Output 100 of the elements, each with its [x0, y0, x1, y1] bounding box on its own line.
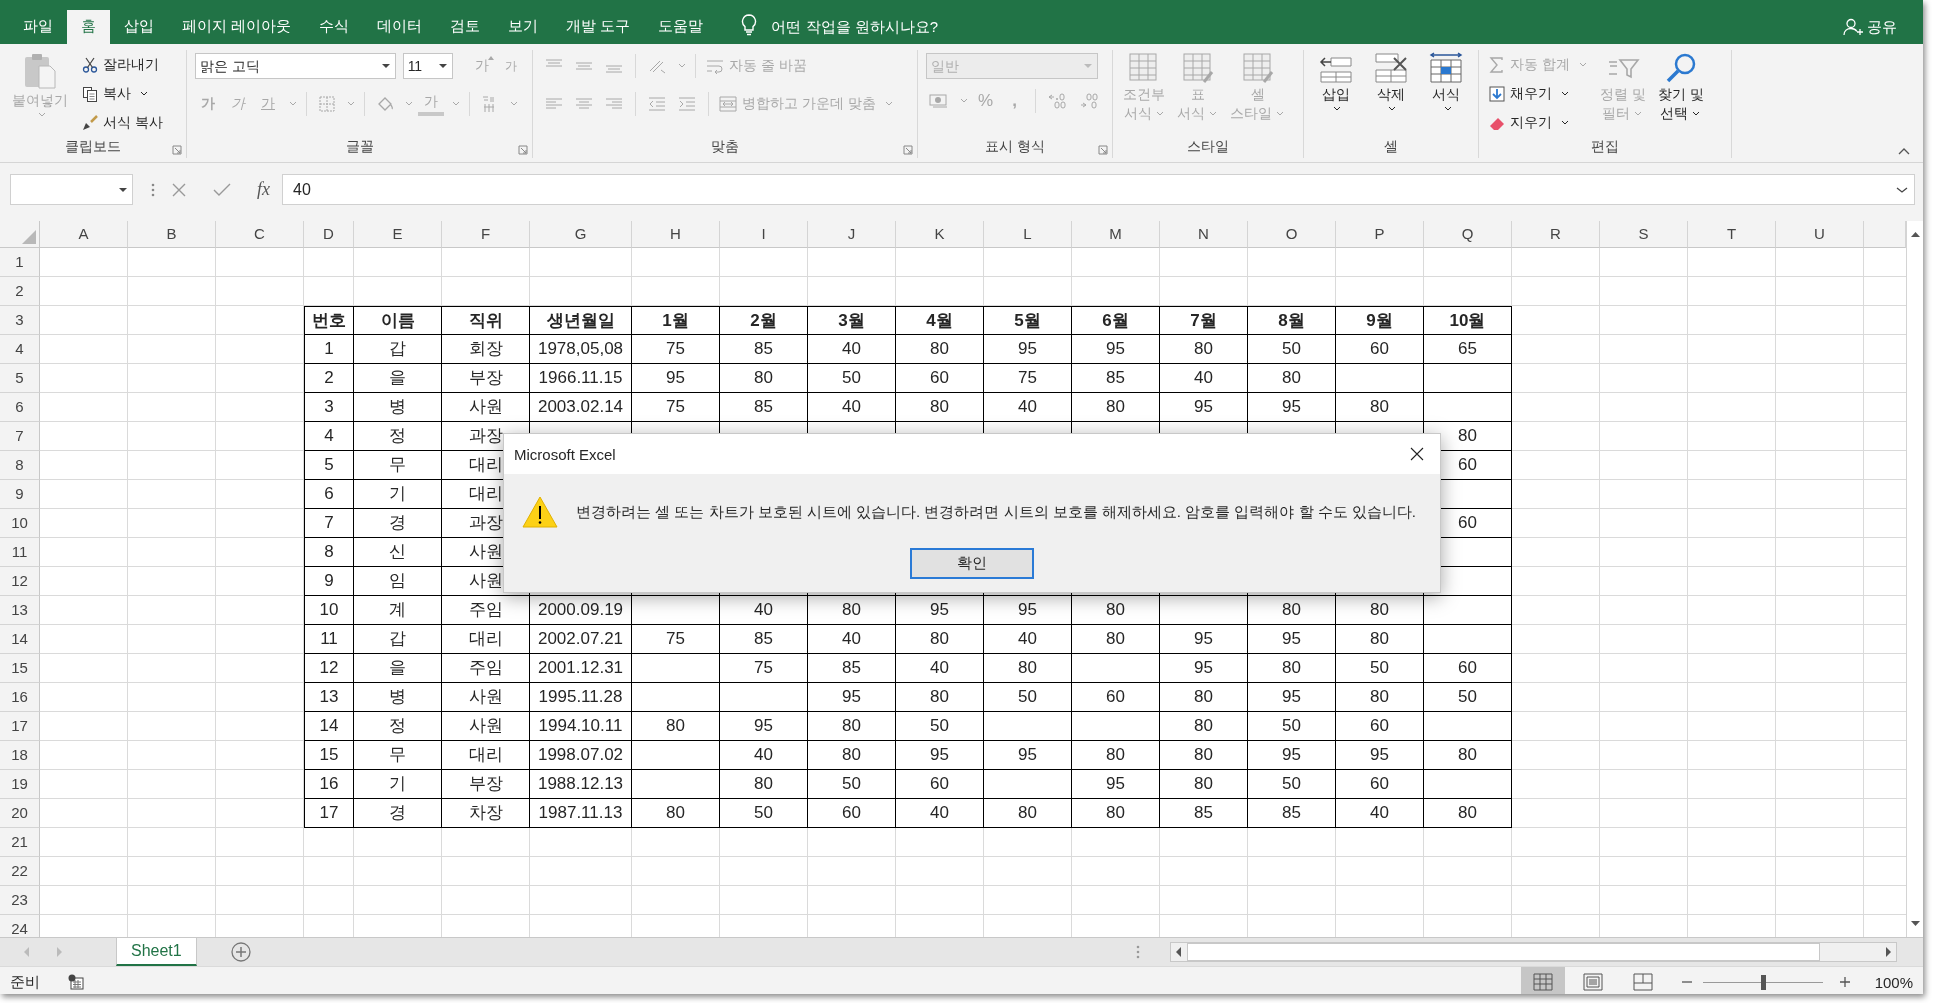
fill-button[interactable]: 채우기 [1487, 81, 1590, 106]
row-header[interactable]: 19 [0, 770, 40, 799]
ribbon-tab[interactable]: 도움말 [644, 10, 718, 44]
dialog-launcher-icon[interactable] [903, 145, 913, 155]
orientation-icon[interactable] [647, 58, 667, 74]
sheet-tab[interactable]: Sheet1 [116, 938, 197, 966]
delete-cells-button[interactable]: 삭제 [1367, 50, 1415, 136]
caret-icon[interactable] [959, 97, 969, 105]
horizontal-scrollbar[interactable] [1170, 942, 1897, 962]
decrease-indent-icon[interactable] [647, 96, 667, 112]
row-header[interactable]: 13 [0, 596, 40, 625]
find-select-button[interactable]: 찾기 및 선택 [1655, 50, 1706, 136]
share-button[interactable]: 공유 [1867, 10, 1897, 44]
copy-button[interactable]: 복사 [80, 81, 165, 106]
row-header[interactable]: 17 [0, 712, 40, 741]
ribbon-tab[interactable]: 검토 [436, 10, 495, 44]
fill-bucket-icon[interactable] [376, 95, 394, 113]
row-header[interactable]: 8 [0, 451, 40, 480]
align-left-icon[interactable] [544, 96, 564, 112]
align-right-icon[interactable] [604, 96, 624, 112]
ribbon-tab[interactable]: 수식 [305, 10, 364, 44]
caret-icon[interactable] [346, 100, 356, 108]
person-icon[interactable] [1843, 18, 1863, 36]
caret-icon[interactable] [404, 100, 414, 108]
row-header[interactable]: 5 [0, 364, 40, 393]
column-header[interactable]: C [216, 221, 304, 248]
name-box[interactable] [10, 174, 133, 205]
row-header[interactable]: 2 [0, 277, 40, 306]
row-header[interactable]: 18 [0, 741, 40, 770]
scrollbar-thumb[interactable] [1187, 943, 1820, 961]
column-header[interactable]: T [1688, 221, 1776, 248]
column-header[interactable]: I [720, 221, 808, 248]
cut-button[interactable]: 잘라내기 [80, 52, 165, 77]
column-header[interactable]: R [1512, 221, 1600, 248]
column-header[interactable]: N [1160, 221, 1248, 248]
tell-me-text[interactable]: 어떤 작업을 원하시나요? [771, 10, 939, 44]
column-header[interactable]: E [354, 221, 442, 248]
zoom-slider-thumb[interactable] [1760, 974, 1766, 990]
row-header[interactable]: 22 [0, 857, 40, 886]
row-header[interactable]: 21 [0, 828, 40, 857]
row-header[interactable]: 12 [0, 567, 40, 596]
ribbon-tab[interactable]: 홈 [67, 10, 110, 44]
column-header[interactable]: P [1336, 221, 1424, 248]
column-header[interactable]: L [984, 221, 1072, 248]
normal-view-button[interactable] [1520, 967, 1565, 994]
caret-icon[interactable] [288, 100, 298, 108]
column-header[interactable]: O [1248, 221, 1336, 248]
column-header[interactable]: B [128, 221, 216, 248]
add-sheet-icon[interactable] [230, 942, 251, 962]
row-header[interactable]: 1 [0, 248, 40, 277]
row-header[interactable]: 11 [0, 538, 40, 567]
row-header[interactable]: 24 [0, 915, 40, 937]
select-all-button[interactable] [0, 221, 40, 248]
dialog-launcher-icon[interactable] [518, 145, 528, 155]
caret-icon[interactable] [677, 62, 687, 70]
align-center-icon[interactable] [574, 96, 594, 112]
zoom-in-icon[interactable] [1838, 976, 1851, 988]
insert-function-button[interactable]: fx [257, 179, 270, 200]
ribbon-tab[interactable]: 데이터 [363, 10, 437, 44]
ribbon-tab[interactable]: 개발 도구 [552, 10, 645, 44]
format-painter-button[interactable]: 서식 복사 [80, 110, 165, 135]
column-header[interactable]: D [304, 221, 354, 248]
column-header[interactable]: K [896, 221, 984, 248]
row-header[interactable]: 20 [0, 799, 40, 828]
borders-icon[interactable] [318, 95, 336, 113]
format-cells-button[interactable]: 서식 [1422, 50, 1470, 136]
column-header[interactable]: G [530, 221, 632, 248]
column-header[interactable]: H [632, 221, 720, 248]
formula-input[interactable]: 40 [282, 174, 1915, 205]
lightbulb-icon[interactable] [741, 14, 758, 36]
previous-sheet-icon[interactable] [22, 946, 32, 958]
row-header[interactable]: 10 [0, 509, 40, 538]
column-header[interactable]: S [1600, 221, 1688, 248]
ribbon-tab[interactable]: 파일 [9, 10, 67, 44]
column-header[interactable]: U [1776, 221, 1864, 248]
increase-decimal-icon[interactable] [1047, 92, 1069, 110]
next-sheet-icon[interactable] [54, 946, 64, 958]
insert-cells-button[interactable]: 삽입 [1312, 50, 1360, 136]
cancel-icon[interactable] [171, 181, 187, 198]
row-header[interactable]: 23 [0, 886, 40, 915]
caret-icon[interactable] [451, 100, 461, 108]
column-header[interactable]: M [1072, 221, 1160, 248]
row-header[interactable]: 16 [0, 683, 40, 712]
column-header[interactable]: A [40, 221, 128, 248]
close-icon[interactable] [1410, 447, 1424, 461]
decrease-decimal-icon[interactable] [1079, 92, 1101, 110]
increase-indent-icon[interactable] [677, 96, 697, 112]
macro-record-icon[interactable] [68, 974, 84, 990]
row-header[interactable]: 3 [0, 306, 40, 335]
row-header[interactable]: 4 [0, 335, 40, 364]
column-header[interactable]: J [808, 221, 896, 248]
row-header[interactable]: 14 [0, 625, 40, 654]
vertical-scrollbar[interactable] [1906, 221, 1923, 937]
caret-icon[interactable] [509, 100, 519, 108]
select-all-icon[interactable] [22, 230, 36, 244]
row-header[interactable]: 7 [0, 422, 40, 451]
grip-icon[interactable] [1136, 945, 1140, 959]
check-icon[interactable] [213, 181, 231, 198]
column-header[interactable]: Q [1424, 221, 1512, 248]
collapse-ribbon-icon[interactable] [1897, 146, 1911, 156]
